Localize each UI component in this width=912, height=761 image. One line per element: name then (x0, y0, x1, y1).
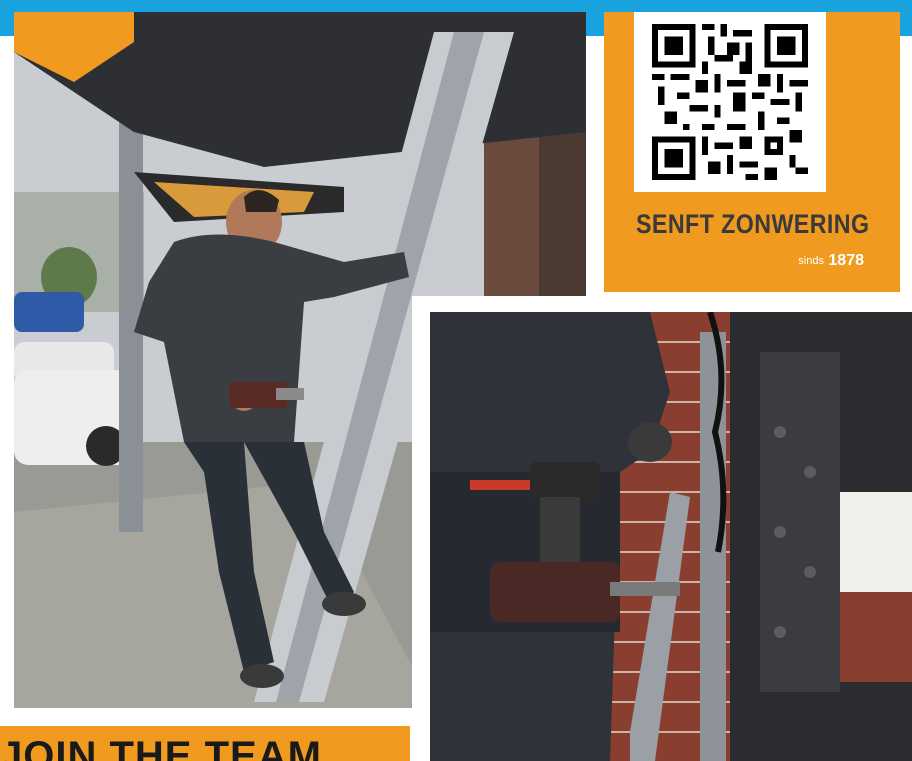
brand-name: SENFT ZONWERING (636, 209, 870, 239)
brand-panel: SENFT ZONWERING sinds 1878 (604, 12, 900, 292)
join-the-team-text: JOIN THE TEAM (0, 734, 322, 761)
drill-closeup-photo (412, 296, 912, 761)
since-year: 1878 (828, 252, 864, 269)
since-word: sinds (798, 255, 824, 267)
brand-since: sinds 1878 (798, 252, 864, 270)
join-the-team-banner: JOIN THE TEAM (0, 726, 410, 761)
qr-code[interactable] (634, 12, 826, 192)
